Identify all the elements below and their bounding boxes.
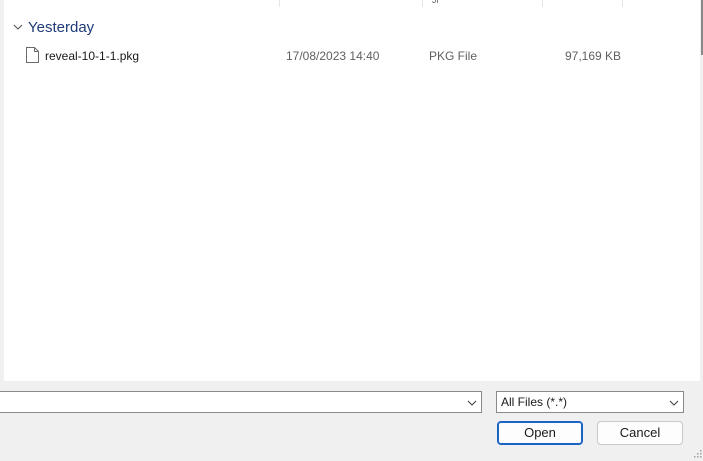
column-header-divider[interactable]	[279, 0, 280, 7]
chevron-down-icon[interactable]	[467, 397, 477, 407]
column-header-fragment: Jl	[432, 0, 439, 5]
file-type-selected: All Files (*.*)	[501, 395, 568, 409]
chevron-down-icon[interactable]	[12, 21, 24, 33]
file-type: PKG File	[429, 49, 478, 63]
chevron-down-icon[interactable]	[669, 397, 679, 407]
file-size: 97,169 KB	[565, 49, 622, 63]
file-type-select[interactable]: All Files (*.*)	[496, 391, 684, 413]
file-date-modified: 17/08/2023 14:40	[286, 49, 380, 63]
column-header-divider[interactable]	[622, 0, 623, 7]
file-row[interactable]: reveal-10-1-1.pkg 17/08/2023 14:40 PKG F…	[0, 45, 696, 67]
file-name: reveal-10-1-1.pkg	[45, 49, 140, 63]
column-header-divider[interactable]	[422, 0, 423, 7]
cancel-button[interactable]: Cancel	[597, 421, 683, 445]
generic-file-icon	[26, 47, 39, 63]
column-header-divider[interactable]	[542, 0, 543, 7]
resize-grip-icon[interactable]	[692, 447, 702, 458]
group-header-yesterday[interactable]: Yesterday	[12, 17, 94, 37]
file-name-input[interactable]	[0, 391, 482, 413]
open-button[interactable]: Open	[497, 421, 583, 445]
group-label: Yesterday	[28, 18, 95, 36]
